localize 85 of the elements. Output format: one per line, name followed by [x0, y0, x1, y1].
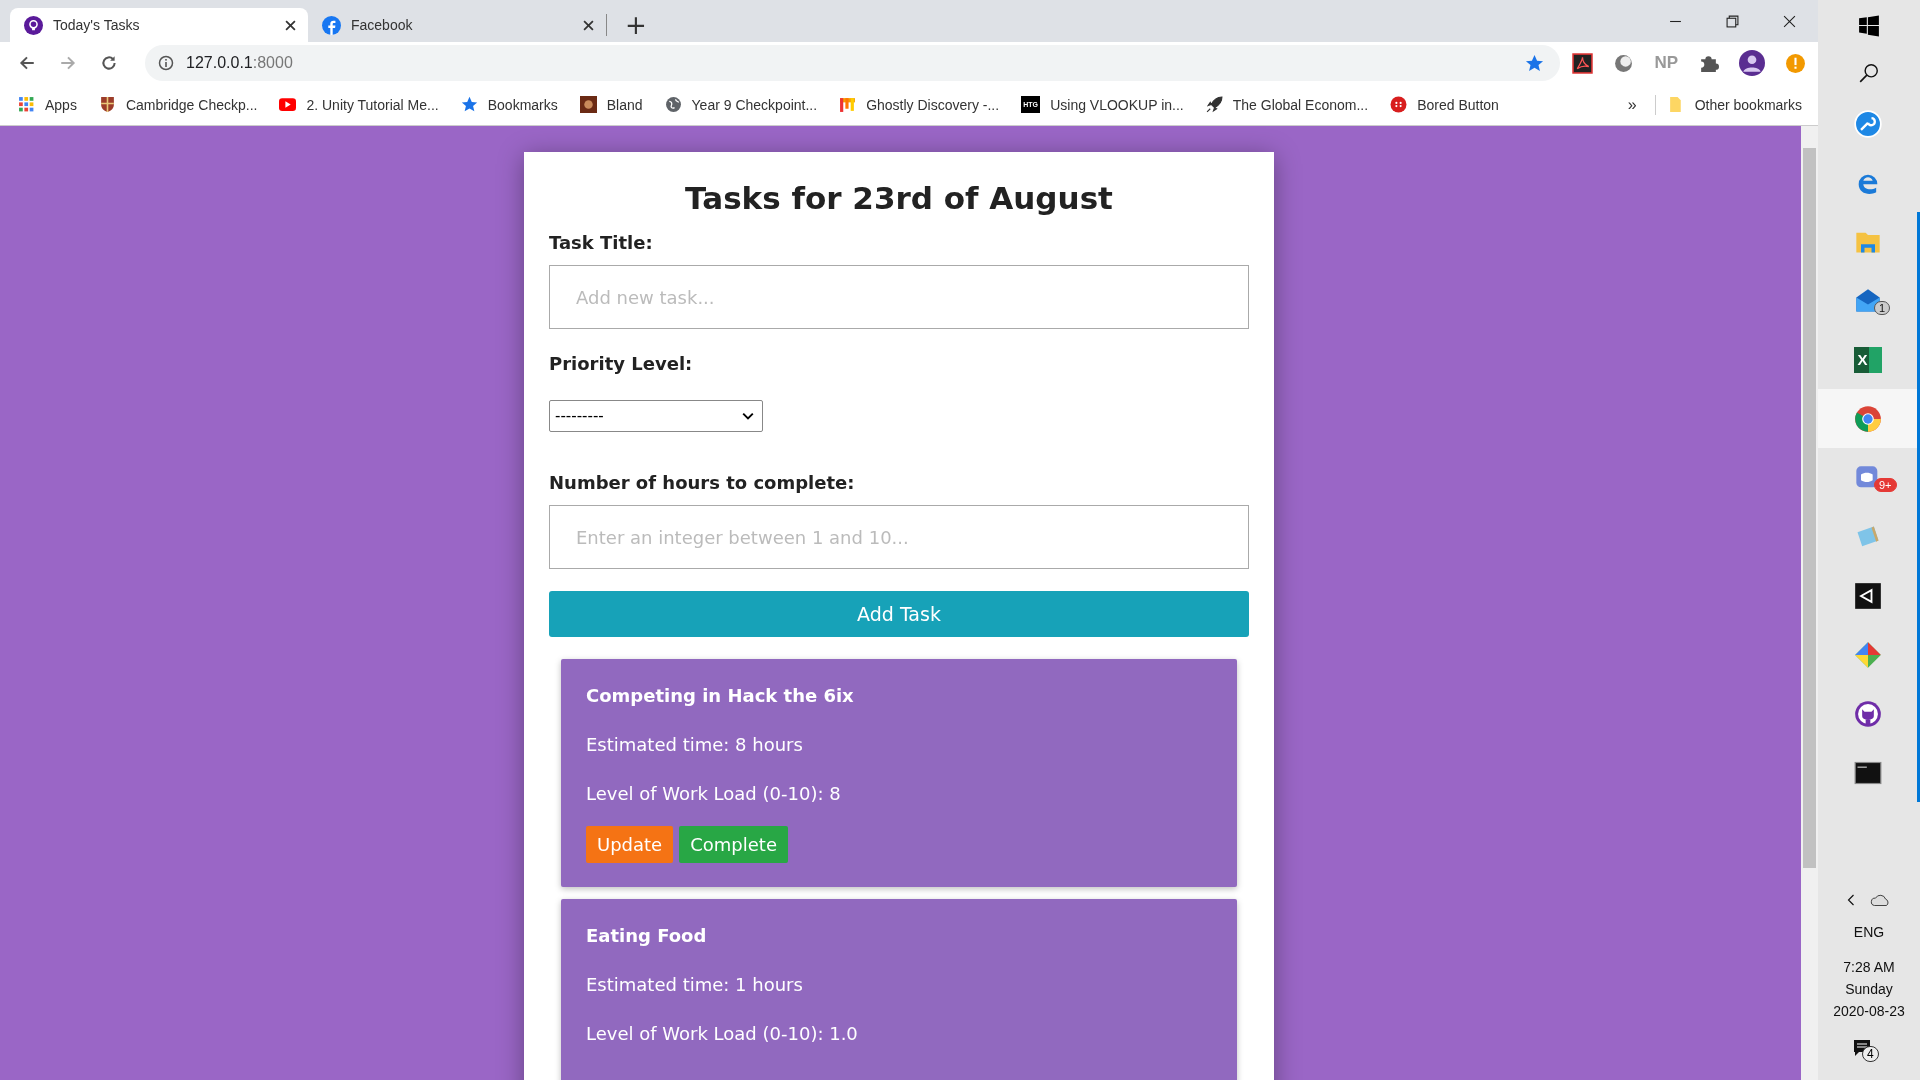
- clock-time: 7:28 AM: [1843, 958, 1895, 977]
- reload-icon[interactable]: [100, 54, 118, 72]
- thumbnail-icon: [579, 96, 597, 113]
- bookmark[interactable]: The Global Econom...: [1205, 96, 1369, 113]
- url-text: 127.0.0.1:8000: [186, 54, 294, 72]
- priority-dropdown[interactable]: ---------: [549, 400, 763, 432]
- field-label: Priority Level:: [549, 353, 694, 374]
- bookmark-label: Using VLOOKUP in...: [1050, 96, 1184, 113]
- pdf-icon[interactable]: [1572, 52, 1594, 74]
- page-heading: Tasks for 23rd of August: [684, 180, 1114, 216]
- lightbulb-icon: [24, 15, 43, 35]
- field-label: Task Title:: [549, 232, 654, 253]
- bookmark-label: Year 9 Checkpoint...: [691, 96, 818, 113]
- star-icon[interactable]: [1525, 53, 1545, 73]
- cat-silhouette-icon: [1853, 699, 1882, 728]
- chevron-left-icon[interactable]: [1846, 892, 1856, 908]
- shield-icon: [98, 96, 116, 113]
- bookmark[interactable]: Ghostly Discovery -...: [839, 96, 1000, 113]
- chrome-icon: [1853, 404, 1882, 433]
- bars-icon: [839, 96, 857, 113]
- round-button-icon: [1390, 96, 1408, 113]
- notification-count: 4: [1862, 1046, 1879, 1062]
- task-workload: Level of Work Load (0-10): 1.0: [586, 1023, 859, 1044]
- bookmark[interactable]: Year 9 Checkpoint...: [664, 96, 818, 113]
- new-tab-button[interactable]: +: [617, 8, 655, 42]
- bookmark-label: Bland: [606, 96, 643, 113]
- notification-badge: 1: [1874, 301, 1891, 315]
- browser-tab[interactable]: Today's Tasks: [10, 8, 308, 42]
- globe-icon: [664, 96, 682, 113]
- close-icon[interactable]: [583, 19, 594, 31]
- rocket-icon: [1205, 96, 1223, 113]
- notification-badge: 9+: [1874, 478, 1897, 492]
- bookmark-label: Other bookmarks: [1694, 96, 1802, 113]
- info-icon: [158, 55, 174, 71]
- bookmark-label: Bookmarks: [487, 96, 558, 113]
- tab-title: Facebook: [351, 17, 414, 33]
- back-arrow-icon[interactable]: [18, 54, 36, 72]
- play-icon: [279, 96, 297, 113]
- bookmark[interactable]: Bookmarks: [460, 96, 558, 113]
- bookmark[interactable]: Apps: [18, 96, 77, 113]
- bookmark[interactable]: Bland: [579, 96, 643, 113]
- bookmark-label: 2. Unity Tutorial Me...: [306, 96, 439, 113]
- bookmark-label: The Global Econom...: [1232, 96, 1369, 113]
- taskbar-app[interactable]: 9+: [1818, 448, 1920, 507]
- task-time: Estimated time: 8 hours: [586, 734, 804, 755]
- field-label: Number of hours to complete:: [549, 472, 856, 493]
- action-center-button[interactable]: 4: [1852, 1038, 1886, 1068]
- bookmark[interactable]: 2. Unity Tutorial Me...: [279, 96, 439, 113]
- browser-tab[interactable]: Facebook: [308, 8, 606, 42]
- close-icon[interactable]: [285, 19, 296, 31]
- more-bookmarks-button[interactable]: »: [1621, 94, 1643, 115]
- spreadsheet-icon: X: [1853, 346, 1882, 373]
- apps-grid-icon: [18, 96, 35, 113]
- search-icon[interactable]: [1858, 62, 1880, 84]
- diamond-icon: [1853, 640, 1882, 669]
- facebook-icon: [322, 15, 341, 35]
- task-workload: Level of Work Load (0-10): 8: [586, 783, 842, 804]
- chevron-down-icon: [742, 412, 754, 420]
- windows-icon[interactable]: [1858, 15, 1880, 37]
- bookmark-label: Cambridge Checkp...: [125, 96, 258, 113]
- star-icon: [460, 96, 478, 113]
- taskbar-app[interactable]: 1: [1818, 271, 1920, 330]
- bookmark-folder[interactable]: Other bookmarks: [1667, 96, 1802, 113]
- address-bar[interactable]: 127.0.0.1:8000: [145, 45, 1561, 81]
- task-title: Competing in Hack the 6ix: [586, 685, 855, 706]
- scrollbar[interactable]: [1801, 126, 1818, 1080]
- cloud-icon[interactable]: [1870, 893, 1892, 907]
- sphere-icon[interactable]: [1613, 52, 1635, 74]
- task-title-field[interactable]: Add new task...: [549, 265, 1249, 329]
- avatar-icon[interactable]: [1739, 50, 1765, 76]
- language-indicator[interactable]: ENG: [1853, 924, 1885, 940]
- clock-date: 2020-08-23: [1833, 1002, 1905, 1021]
- clock-day: Sunday: [1845, 978, 1893, 1000]
- hours-field[interactable]: Enter an integer between 1 and 10...: [549, 505, 1249, 569]
- tab-title: Today's Tasks: [53, 17, 141, 33]
- bookmark-label: Ghostly Discovery -...: [866, 96, 1000, 113]
- bookmark[interactable]: Cambridge Checkp...: [98, 96, 258, 113]
- bookmark[interactable]: Bored Button: [1390, 96, 1499, 113]
- restore-icon[interactable]: [1726, 14, 1739, 28]
- task-time: Estimated time: 1 hours: [586, 974, 804, 995]
- bookmark-label: Bored Button: [1417, 96, 1499, 113]
- close-icon[interactable]: [1783, 14, 1796, 28]
- task-title: Eating Food: [586, 925, 708, 946]
- clock[interactable]: 7:28 AM Sunday 2020-08-23: [1833, 956, 1905, 1022]
- bookmark-label: Apps: [45, 96, 77, 113]
